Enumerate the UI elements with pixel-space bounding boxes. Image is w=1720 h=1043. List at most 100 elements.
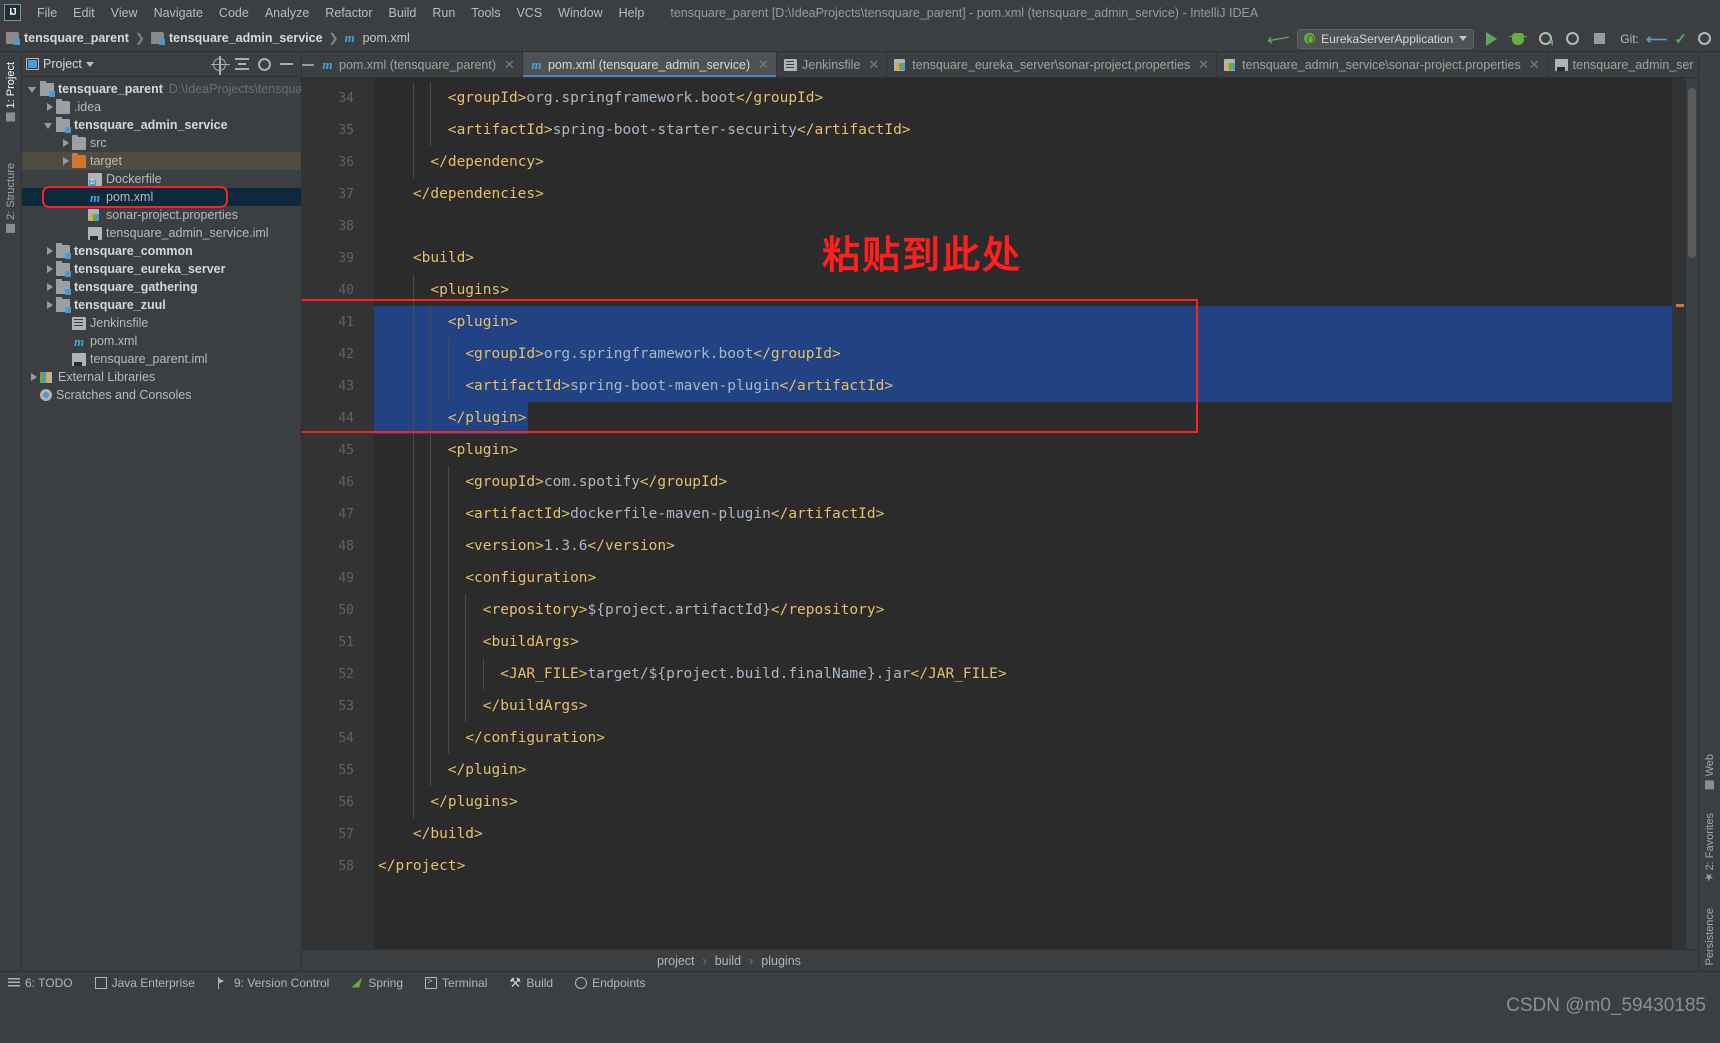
run-configuration-selector[interactable]: EurekaServerApplication: [1297, 28, 1475, 49]
tool-window-tab-structure[interactable]: 2: Structure: [3, 157, 19, 239]
tree-node-target[interactable]: target: [22, 152, 301, 170]
tree-node-tensquare-eureka-server[interactable]: tensquare_eureka_server: [22, 260, 301, 278]
tree-node-tensquare-zuul[interactable]: tensquare_zuul: [22, 296, 301, 314]
module-icon: [56, 260, 71, 277]
hide-tabs-icon[interactable]: [302, 52, 314, 77]
tool-window-tab-favorites[interactable]: ★ 2: Favorites: [1702, 807, 1718, 889]
editor-scrollbar[interactable]: [1686, 78, 1698, 949]
tree-node-tensquare-common[interactable]: tensquare_common: [22, 242, 301, 260]
status-tool-terminal[interactable]: Terminal: [425, 976, 487, 990]
run-with-coverage-button[interactable]: [1535, 29, 1555, 49]
gear-icon[interactable]: [258, 57, 271, 71]
tree-node--idea[interactable]: .idea: [22, 98, 301, 116]
git-history-icon[interactable]: [1694, 29, 1714, 49]
status-tool-endpoints[interactable]: Endpoints: [575, 976, 645, 990]
close-icon[interactable]: ✕: [868, 57, 879, 73]
tree-node-tensquare-admin-service-iml[interactable]: tensquare_admin_service.iml: [22, 224, 301, 242]
close-icon[interactable]: ✕: [504, 57, 515, 73]
close-icon[interactable]: ✕: [1198, 57, 1209, 73]
line-number-47: 47: [338, 506, 354, 522]
tree-node-scratches-and-consoles[interactable]: Scratches and Consoles: [22, 386, 301, 404]
tree-node-tensquare-admin-service[interactable]: tensquare_admin_service: [22, 116, 301, 134]
tree-node-sonar-project-properties[interactable]: sonar-project.properties: [22, 206, 301, 224]
code-editor[interactable]: 34 35 36 37 38 39 40 41 42 43 44 45 46 47 48 49 50 51 52 53…: [302, 78, 1698, 949]
chevron-right-icon[interactable]: [60, 138, 70, 148]
editor-breadcrumb-build[interactable]: build: [715, 954, 741, 968]
status-tool-6-todo[interactable]: 6: TODO: [8, 976, 73, 990]
scrollbar-thumb[interactable]: [1688, 88, 1696, 258]
editor-breadcrumb-project[interactable]: project: [657, 954, 695, 968]
nav-crumb-module[interactable]: tensquare_admin_service: [150, 31, 323, 45]
status-tool-java-enterprise[interactable]: Java Enterprise: [94, 976, 195, 990]
code-content[interactable]: <groupId>org.springframework.boot</group…: [374, 78, 1672, 949]
indent-guide: [412, 434, 414, 466]
git-commit-icon[interactable]: ✓: [1674, 30, 1687, 48]
menu-vcs[interactable]: VCS: [508, 3, 550, 23]
chevron-right-icon[interactable]: [60, 156, 70, 166]
chevron-down-icon[interactable]: [28, 84, 38, 94]
editor-tab-tensquare-eureka-server-sonar-project-properties[interactable]: tensquare_eureka_server\sonar-project.pr…: [887, 52, 1218, 77]
editor-tab-pom-xml-tensquare-parent-[interactable]: m pom.xml (tensquare_parent) ✕: [314, 52, 523, 77]
locate-icon[interactable]: [211, 55, 230, 75]
menu-help[interactable]: Help: [611, 3, 653, 23]
chevron-right-icon[interactable]: [44, 282, 54, 292]
nav-crumb-project[interactable]: tensquare_parent: [6, 31, 129, 45]
status-tool-spring[interactable]: Spring: [351, 976, 403, 990]
editor-tab-jenkinsfile[interactable]: Jenkinsfile ✕: [777, 52, 888, 77]
tree-node-src[interactable]: src: [22, 134, 301, 152]
menu-tools[interactable]: Tools: [463, 3, 508, 23]
status-tool-9-version-control[interactable]: 9: Version Control: [217, 976, 329, 990]
menu-file[interactable]: File: [29, 3, 65, 23]
nav-crumb-project-label: tensquare_parent: [24, 31, 129, 45]
menu-analyze[interactable]: Analyze: [257, 3, 317, 23]
tree-node-tensquare-gathering[interactable]: tensquare_gathering: [22, 278, 301, 296]
debug-button[interactable]: [1508, 29, 1528, 49]
stop-button[interactable]: [1589, 29, 1609, 49]
chevron-right-icon[interactable]: [44, 300, 54, 310]
status-tool-build[interactable]: ⚒ Build: [509, 976, 553, 990]
close-icon[interactable]: ✕: [1529, 57, 1540, 73]
indent-guide: [412, 658, 414, 690]
menu-edit[interactable]: Edit: [65, 3, 103, 23]
tool-window-tab-persistence[interactable]: Persistence: [1702, 902, 1718, 971]
menu-refactor[interactable]: Refactor: [317, 3, 380, 23]
chevron-down-icon[interactable]: [85, 61, 94, 67]
menu-view[interactable]: View: [103, 3, 146, 23]
tree-node-dockerfile[interactable]: Dockerfile: [22, 170, 301, 188]
git-update-icon[interactable]: ⟵: [1646, 30, 1668, 48]
menu-navigate[interactable]: Navigate: [146, 3, 211, 23]
editor-tab-label: pom.xml (tensquare_admin_service): [547, 57, 751, 72]
editor-breadcrumb-plugins[interactable]: plugins: [761, 954, 801, 968]
menu-window[interactable]: Window: [550, 3, 610, 23]
chevron-right-icon[interactable]: [44, 246, 54, 256]
tree-node-tensquare-parent[interactable]: tensquare_parent D:\IdeaProjects\tensqua: [22, 80, 301, 98]
tree-node-jenkinsfile[interactable]: Jenkinsfile: [22, 314, 301, 332]
close-icon[interactable]: ✕: [758, 57, 769, 73]
profiler-button[interactable]: [1562, 29, 1582, 49]
back-arrow-icon[interactable]: ⟵: [1266, 27, 1292, 51]
menu-build[interactable]: Build: [381, 3, 425, 23]
chevron-right-icon[interactable]: [44, 264, 54, 274]
tree-node-pom-xml[interactable]: m pom.xml: [22, 332, 301, 350]
iml-icon: [88, 226, 102, 240]
chevron-right-icon[interactable]: [28, 372, 38, 382]
hide-icon[interactable]: [280, 63, 293, 65]
editor-tab-tensquare-admin-service-sonar-project-properties[interactable]: tensquare_admin_service\sonar-project.pr…: [1217, 52, 1548, 77]
tool-window-tab-web[interactable]: Web: [1702, 748, 1718, 795]
project-tree: tensquare_parent D:\IdeaProjects\tensqua.…: [22, 77, 301, 971]
chevron-down-icon[interactable]: [44, 120, 54, 130]
tree-node-tensquare-parent-iml[interactable]: tensquare_parent.iml: [22, 350, 301, 368]
marker-stripe[interactable]: [1672, 78, 1686, 949]
tree-node-pom-xml[interactable]: m pom.xml: [22, 188, 301, 206]
chevron-right-icon[interactable]: [44, 102, 54, 112]
menu-code[interactable]: Code: [211, 3, 257, 23]
menu-run[interactable]: Run: [424, 3, 463, 23]
tree-node-external-libraries[interactable]: External Libraries: [22, 368, 301, 386]
run-button[interactable]: [1481, 29, 1501, 49]
tool-window-tab-project[interactable]: 1: Project: [3, 56, 19, 127]
nav-crumb-file[interactable]: m pom.xml: [345, 31, 410, 45]
collapse-all-icon[interactable]: [235, 58, 249, 70]
editor-tab-tensquare-admin-ser[interactable]: tensquare_admin_ser✕: [1548, 52, 1698, 77]
warning-marker[interactable]: [1676, 304, 1684, 307]
editor-tab-pom-xml-tensquare-admin-service-[interactable]: m pom.xml (tensquare_admin_service) ✕: [522, 52, 778, 77]
